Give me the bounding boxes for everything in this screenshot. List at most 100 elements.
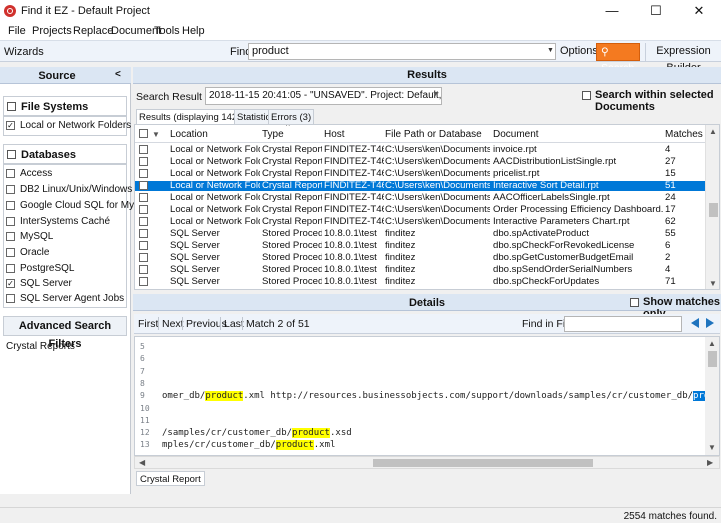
table-row[interactable]: Local or Network FoldersCrystal ReportFI… (135, 168, 705, 179)
table-cell: dbo.spActivateProduct (493, 228, 589, 239)
table-cell: Stored Procedure (262, 264, 322, 275)
preview-horizontal-scrollbar[interactable]: ◀ ▶ (134, 456, 720, 469)
table-cell: SQL Server (170, 252, 220, 263)
search-button[interactable]: ⚲ Search (596, 43, 640, 74)
row-checkbox[interactable] (139, 241, 148, 250)
tab-errors[interactable]: Errors (3) (268, 109, 315, 124)
table-cell: Stored Procedure (262, 252, 322, 263)
find-next-arrow-icon[interactable] (706, 318, 714, 328)
table-row[interactable]: SQL Server Stored Procedure10.8.0.1\test f… (135, 228, 705, 239)
results-scrollbar[interactable]: ▲ ▼ (705, 125, 719, 289)
table-cell: 4 (665, 264, 671, 275)
table-cell: finditez (385, 252, 416, 263)
scroll-right-icon[interactable]: ▶ (707, 458, 713, 467)
preview-hscroll-thumb[interactable] (373, 459, 593, 467)
table-row[interactable]: SQL Server Stored Procedure10.8.0.1\test f… (135, 240, 705, 251)
find-dropdown-icon[interactable]: ▼ (547, 47, 554, 54)
table-row[interactable]: Local or Network FoldersCrystal ReportFI… (135, 180, 705, 191)
maximize-button[interactable]: ☐ (634, 0, 678, 22)
table-cell: dbo.spSendOrderSerialNumbers (493, 264, 633, 275)
table-cell: AACDistributionListSingle.rpt (493, 156, 617, 167)
local-folders-checkbox[interactable]: ✓ (6, 121, 15, 130)
table-cell: Local or Network Folders (170, 168, 260, 179)
column-host[interactable]: Host (324, 129, 345, 140)
column-location[interactable]: Location (170, 129, 208, 140)
collapse-panel-button[interactable]: < (115, 69, 121, 80)
expression-builder-button[interactable]: Expression Builder (645, 43, 721, 74)
table-row[interactable]: SQL Server Stored Procedure10.8.0.1\test f… (135, 276, 705, 287)
line-text: mples/cr/customer_db/product.xml (162, 440, 335, 451)
row-checkbox[interactable] (139, 157, 148, 166)
last-match-button[interactable]: Last (224, 318, 244, 330)
table-cell: 10.8.0.1\test (324, 264, 377, 275)
search-history-select[interactable]: 2018-11-15 20:41:05 - "UNSAVED". Project… (205, 87, 442, 105)
table-cell: 10.8.0.1\test (324, 252, 377, 263)
row-checkbox[interactable] (139, 253, 148, 262)
first-match-button[interactable]: First (138, 318, 158, 330)
row-checkbox[interactable] (139, 217, 148, 226)
sort-ascending-icon: ^ (286, 124, 290, 131)
find-previous-arrow-icon[interactable] (691, 318, 699, 328)
scroll-up-icon[interactable]: ▲ (709, 127, 717, 136)
column-file-path[interactable]: File Path or Database (385, 129, 482, 140)
advanced-search-filters-header[interactable]: Advanced Search Filters (3, 316, 127, 350)
row-checkbox[interactable] (139, 229, 148, 238)
menu-help[interactable]: Help (182, 25, 205, 37)
show-matches-checkbox[interactable] (630, 298, 639, 307)
row-checkbox[interactable] (139, 277, 148, 286)
column-document[interactable]: Document (493, 129, 539, 140)
find-in-file-input[interactable] (564, 316, 682, 332)
minimize-button[interactable]: — (590, 0, 634, 22)
table-cell: Crystal Report (262, 216, 322, 227)
scroll-down-icon[interactable]: ▼ (709, 279, 717, 288)
column-matches[interactable]: Matches (665, 129, 703, 140)
match-highlight: product (292, 428, 330, 439)
row-checkbox[interactable] (139, 193, 148, 202)
menu-tools[interactable]: Tools (154, 25, 180, 37)
table-cell: Crystal Report (262, 192, 322, 203)
line-segment: omer_db/ (162, 391, 206, 402)
scroll-up-icon[interactable]: ▲ (708, 339, 716, 348)
menu-replace[interactable]: Replace (73, 25, 113, 37)
scroll-down-icon[interactable]: ▼ (708, 443, 716, 452)
next-match-button[interactable]: Next (162, 318, 184, 330)
table-cell: 10.8.0.1\test (324, 228, 377, 239)
row-checkbox[interactable] (139, 181, 148, 190)
select-menu-icon[interactable]: ▼ (152, 130, 160, 139)
table-row[interactable]: SQL Server Stored Procedure10.8.0.1\test f… (135, 264, 705, 275)
table-row[interactable]: SQL Server Stored Procedure10.8.0.1\test f… (135, 252, 705, 263)
results-table: ▼ Location Type ^ Host File Path or Data… (134, 124, 720, 290)
table-row[interactable]: Local or Network FoldersCrystal ReportFI… (135, 204, 705, 215)
menu-projects[interactable]: Projects (32, 25, 72, 37)
history-dropdown-icon[interactable]: ▼ (432, 91, 439, 98)
table-row[interactable]: Local or Network FoldersCrystal ReportFI… (135, 156, 705, 167)
row-checkbox[interactable] (139, 169, 148, 178)
file-systems-section[interactable]: File Systems (3, 96, 127, 116)
line-number: 12 (140, 428, 150, 438)
select-all-checkbox[interactable] (139, 129, 148, 138)
sql-server-checkbox[interactable]: ✓ (6, 279, 15, 288)
row-checkbox[interactable] (139, 145, 148, 154)
column-type[interactable]: Type (262, 129, 284, 140)
scroll-left-icon[interactable]: ◀ (139, 458, 145, 467)
databases-checkbox[interactable] (7, 150, 16, 159)
tab-crystal-report[interactable]: Crystal Report (136, 471, 205, 486)
crystal-reports-filter[interactable]: Crystal Reports (6, 341, 75, 352)
find-input[interactable]: product (248, 43, 556, 60)
preview-vertical-scrollbar[interactable]: ▲ ▼ (705, 337, 719, 455)
search-within-checkbox[interactable] (582, 91, 591, 100)
file-systems-checkbox[interactable] (7, 102, 16, 111)
menu-file[interactable]: File (8, 25, 26, 37)
close-button[interactable]: ✕ (677, 0, 721, 22)
row-checkbox[interactable] (139, 205, 148, 214)
databases-section[interactable]: Databases (3, 144, 127, 164)
table-row[interactable]: Local or Network FoldersCrystal ReportFI… (135, 216, 705, 227)
wizards-button[interactable]: Wizards (4, 46, 44, 58)
preview-scroll-thumb[interactable] (708, 351, 717, 367)
results-scroll-thumb[interactable] (709, 203, 718, 217)
row-checkbox[interactable] (139, 265, 148, 274)
options-button[interactable]: Options (560, 43, 598, 61)
table-row[interactable]: Local or Network FoldersCrystal ReportFI… (135, 192, 705, 203)
table-row[interactable]: Local or Network FoldersCrystal ReportFI… (135, 144, 705, 155)
table-cell: 10.8.0.1\test (324, 276, 377, 287)
